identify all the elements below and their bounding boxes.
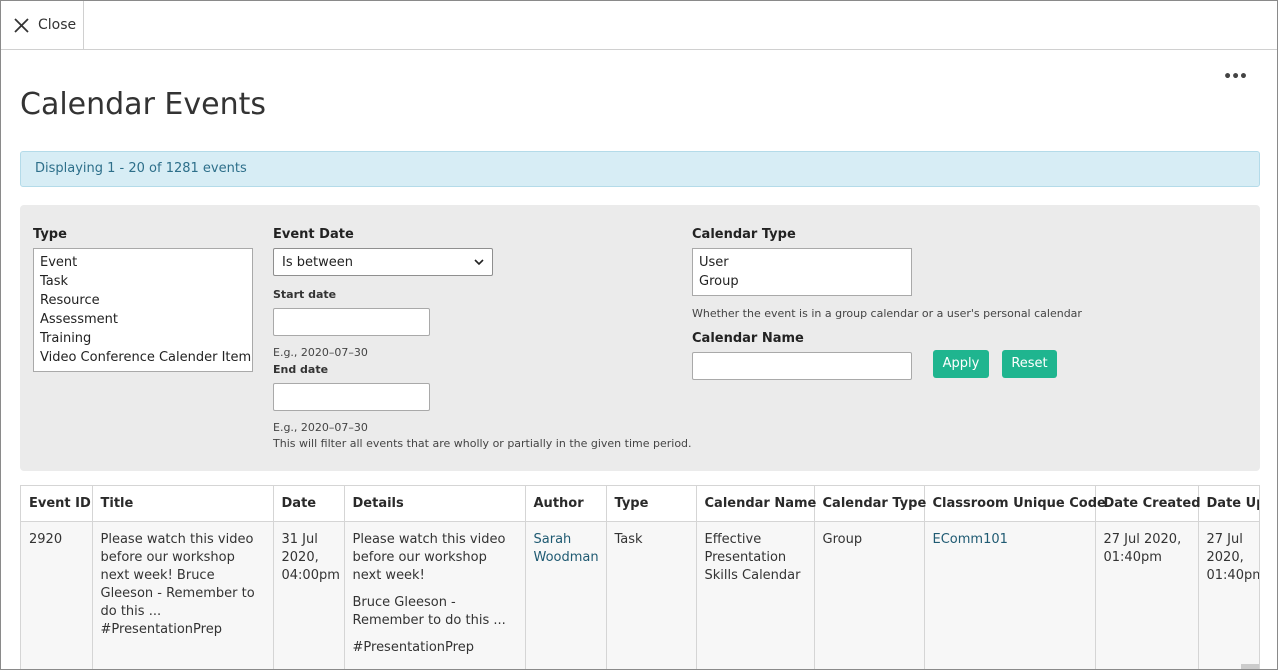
events-table: Event ID Title Date Details Author Type … (21, 486, 1259, 669)
details-paragraph: Please watch this video before our works… (352, 531, 506, 583)
event-date-select[interactable]: Is between (273, 248, 493, 276)
apply-button[interactable]: Apply (933, 350, 989, 378)
column-header-classroom-code[interactable]: Classroom Unique Code (924, 486, 1106, 522)
filter-panel: Type Event Task Resource Assessment Trai… (20, 205, 1260, 471)
reset-button[interactable]: Reset (1002, 350, 1057, 378)
page-title: Calendar Events (20, 87, 267, 122)
column-header-title[interactable]: Title (92, 486, 274, 522)
column-header-details[interactable]: Details (344, 486, 526, 522)
calendar-type-option-user[interactable]: User (699, 253, 905, 272)
column-header-calendar-type[interactable]: Calendar Type (814, 486, 926, 522)
end-date-hint: E.g., 2020–07–30 (273, 421, 368, 434)
start-date-hint: E.g., 2020–07–30 (273, 346, 368, 359)
type-label: Type (33, 227, 67, 242)
events-table-container: Event ID Title Date Details Author Type … (20, 485, 1260, 669)
calendar-type-listbox[interactable]: User Group (692, 248, 912, 296)
start-date-input[interactable] (273, 308, 430, 336)
cell-calendar-name: Effective Presentation Skills Calendar (696, 521, 815, 669)
end-date-label: End date (273, 363, 329, 376)
cell-author-link[interactable]: Sarah Woodman (525, 521, 607, 669)
cell-details: Please watch this video before our works… (344, 521, 526, 669)
close-icon (14, 17, 29, 33)
close-label: Close (38, 17, 77, 33)
chevron-down-icon (474, 259, 484, 266)
table-header-row: Event ID Title Date Details Author Type … (21, 486, 1259, 522)
type-option-event[interactable]: Event (40, 253, 246, 272)
event-date-selected: Is between (282, 254, 353, 270)
calendar-name-label: Calendar Name (692, 331, 804, 346)
cell-event-id: 2920 (21, 521, 93, 669)
results-count-alert: Displaying 1 - 20 of 1281 events (20, 151, 1260, 187)
column-header-calendar-name[interactable]: Calendar Name (696, 486, 816, 522)
close-button[interactable]: Close (1, 1, 84, 49)
calendar-type-hint: Whether the event is in a group calendar… (692, 307, 1082, 320)
cell-title: Please watch this video before our works… (92, 521, 274, 669)
column-header-type[interactable]: Type (606, 486, 697, 522)
details-paragraph: Bruce Gleeson - Remember to do this ... (352, 594, 506, 628)
more-options-button[interactable]: ••• (1223, 69, 1248, 85)
column-header-date[interactable]: Date (273, 486, 345, 522)
column-header-date-created[interactable]: Date Created (1095, 486, 1201, 522)
type-listbox[interactable]: Event Task Resource Assessment Training … (33, 248, 253, 372)
calendar-events-window: Close ••• Calendar Events Displaying 1 -… (0, 0, 1278, 670)
end-date-input[interactable] (273, 383, 430, 411)
cell-calendar-type: Group (814, 521, 925, 669)
period-hint: This will filter all events that are who… (273, 437, 692, 450)
top-bar: Close (1, 1, 1277, 50)
start-date-label: Start date (273, 288, 337, 301)
cell-classroom-code-link[interactable]: EComm101 (924, 521, 1096, 669)
column-header-event-id[interactable]: Event ID (21, 486, 93, 522)
type-option-assessment[interactable]: Assessment (40, 310, 246, 329)
type-option-task[interactable]: Task (40, 272, 246, 291)
details-paragraph: #PresentationPrep (352, 639, 474, 655)
type-option-training[interactable]: Training (40, 329, 246, 348)
cell-date-updated: 27 Jul 2020, 01:40pm (1198, 521, 1259, 669)
calendar-name-input[interactable] (692, 352, 912, 380)
calendar-type-label: Calendar Type (692, 227, 796, 242)
cell-date-created: 27 Jul 2020, 01:40pm (1095, 521, 1199, 669)
cell-type: Task (606, 521, 697, 669)
horizontal-scrollbar[interactable] (1241, 664, 1259, 669)
column-header-author[interactable]: Author (525, 486, 607, 522)
event-date-label: Event Date (273, 227, 354, 242)
calendar-type-option-group[interactable]: Group (699, 272, 905, 291)
cell-date: 31 Jul 2020, 04:00pm (273, 521, 345, 669)
type-option-video-conference[interactable]: Video Conference Calender Item (40, 348, 251, 367)
table-row: 2920 Please watch this video before our … (21, 521, 1259, 669)
type-option-resource[interactable]: Resource (40, 291, 246, 310)
column-header-date-updated[interactable]: Date Up (1198, 486, 1259, 522)
